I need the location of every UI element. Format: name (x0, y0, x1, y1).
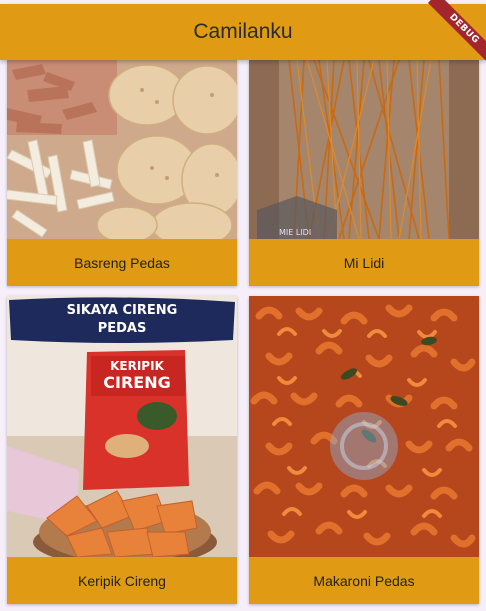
pack-text-line-1: KERIPIK (110, 359, 164, 373)
basreng-image (7, 60, 237, 239)
product-label: Mi Lidi (249, 239, 479, 286)
keripik-cireng-image: SIKAYA CIRENG PEDAS KERIPIK CIRENG (7, 296, 237, 557)
pack-text-line-2: CIRENG (103, 373, 170, 392)
mi-lidi-image: MIE LIDI (249, 60, 479, 239)
product-label: Makaroni Pedas (249, 557, 479, 604)
app-bar: Camilanku (0, 4, 486, 60)
product-card-mi-lidi[interactable]: MIE LIDI Mi Lidi (249, 60, 479, 286)
product-card-keripik-cireng[interactable]: SIKAYA CIRENG PEDAS KERIPIK CIRENG Kerip… (7, 296, 237, 604)
mie-lidi-logo-text: MIE LIDI (279, 228, 311, 237)
product-label: Basreng Pedas (7, 239, 237, 286)
makaroni-image (249, 296, 479, 557)
banner-line-1: SIKAYA CIRENG (67, 303, 178, 318)
app-title: Camilanku (193, 20, 293, 43)
product-label: Keripik Cireng (7, 557, 237, 604)
product-card-basreng[interactable]: Basreng Pedas (7, 60, 237, 286)
banner-line-2: PEDAS (98, 321, 147, 336)
product-card-makaroni-pedas[interactable]: Makaroni Pedas (249, 296, 479, 604)
